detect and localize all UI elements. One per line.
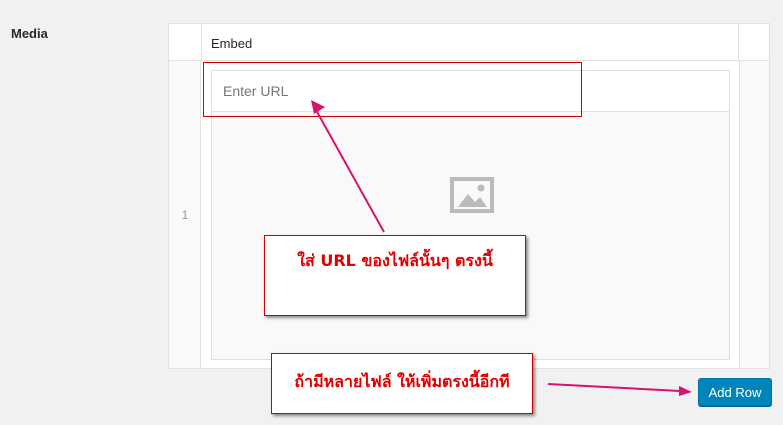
add-row-note-text: ถ้ามีหลายไฟล์ ให้เพิ่มตรงนี้อีกที	[294, 372, 510, 391]
column-divider	[738, 24, 739, 60]
add-row-button[interactable]: Add Row	[698, 378, 772, 406]
url-note-text: ใส่ URL ของไฟล์นั้นๆ ตรงนี้	[297, 251, 493, 270]
column-header-embed: Embed	[211, 36, 253, 51]
url-note-callout: ใส่ URL ของไฟล์นั้นๆ ตรงนี้	[264, 235, 526, 316]
column-divider	[201, 24, 202, 60]
image-icon	[450, 177, 494, 213]
row-number: 1	[181, 208, 189, 222]
repeater-header: Embed	[169, 24, 769, 61]
arrow-line	[547, 383, 681, 392]
add-row-note-callout: ถ้ามีหลายไฟล์ ให้เพิ่มตรงนี้อีกที	[271, 353, 533, 414]
field-label: Media	[11, 26, 48, 41]
url-highlight-box	[203, 62, 582, 117]
row-order-handle[interactable]: 1	[169, 61, 201, 368]
arrow-head-icon	[679, 386, 692, 396]
row-actions	[739, 61, 769, 368]
